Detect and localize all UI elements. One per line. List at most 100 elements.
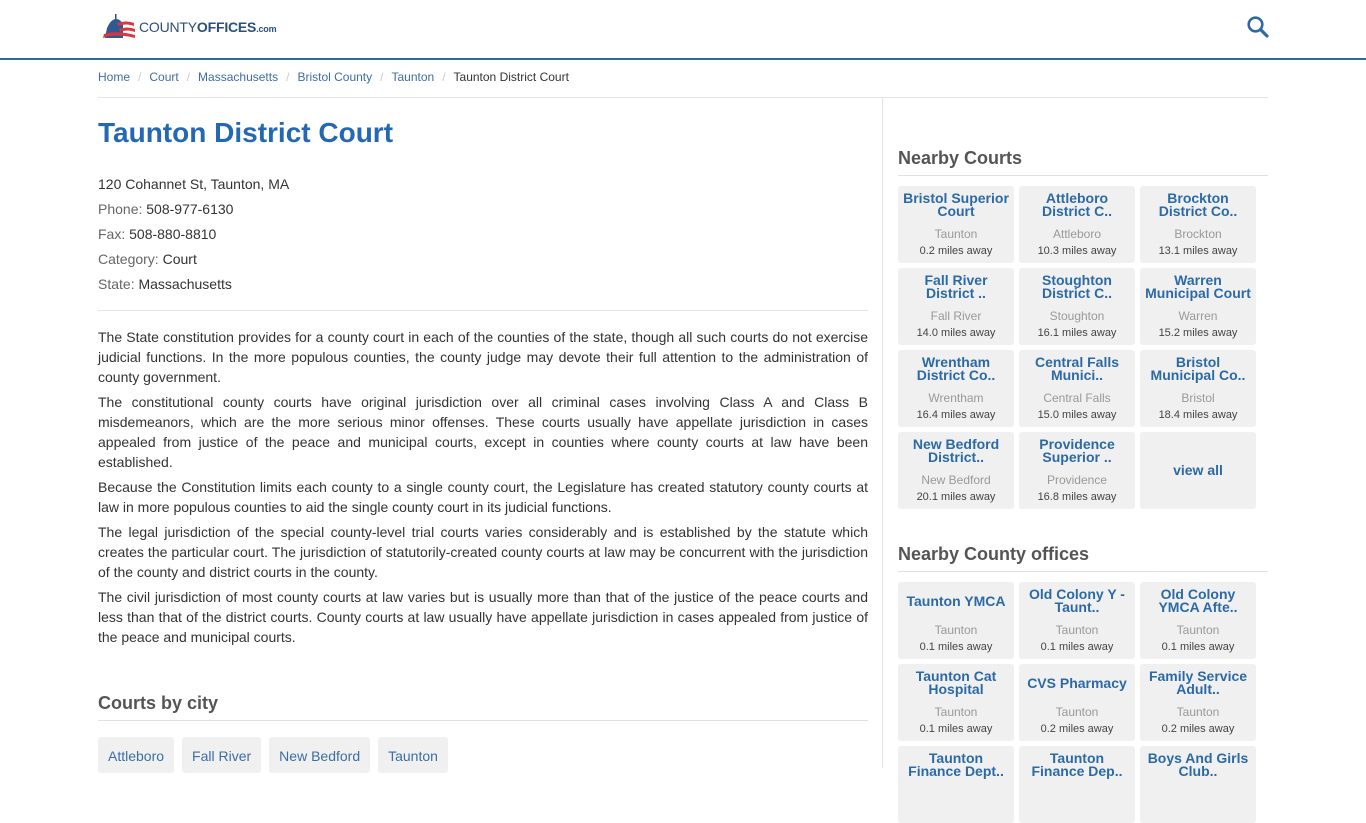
nearby-card[interactable]: CVS Pharmacy Taunton 0.2 miles away (1019, 664, 1135, 741)
site-logo[interactable]: COUNTYOFFICES.com (101, 12, 277, 40)
card-distance: 18.4 miles away (1158, 409, 1238, 421)
card-name: Fall River District .. (924, 272, 988, 301)
card-city: Taunton (934, 623, 978, 637)
card-distance: 20.1 miles away (916, 491, 996, 503)
description-paragraph: The State constitution provides for a co… (98, 329, 868, 385)
card-distance: 13.1 miles away (1158, 245, 1238, 257)
nearby-card[interactable]: Providence Superior .. Providence 16.8 mil… (1019, 432, 1135, 509)
nearby-card[interactable]: Taunton Finance Dep.. (1019, 746, 1135, 823)
nearby-courts-grid: Bristol Superior Court Taunton 0.2 miles a… (898, 186, 1268, 509)
view-all-button[interactable]: view all (1140, 432, 1256, 509)
card-city: Bristol (1181, 391, 1215, 405)
breadcrumb-current: Taunton District Court (453, 70, 569, 84)
search-icon (1247, 16, 1269, 38)
card-name: Brockton District Co.. (1158, 190, 1238, 219)
card-name: Old Colony Y - Taunt.. (1029, 586, 1125, 615)
breadcrumb-city[interactable]: Taunton (391, 70, 434, 84)
capitol-flag-icon (103, 14, 135, 38)
category-value: Court (162, 251, 197, 267)
breadcrumb-county[interactable]: Bristol County (297, 70, 372, 84)
card-name: Taunton Finance Dep.. (1031, 750, 1123, 779)
page-title: Taunton District Court (98, 117, 394, 148)
nearby-card[interactable]: Old Colony YMCA Afte.. Taunton 0.1 miles a… (1140, 582, 1256, 659)
phone-value[interactable]: 508-977-6130 (146, 201, 233, 217)
description-paragraph: The legal jurisdiction of the special co… (98, 524, 868, 580)
nearby-card[interactable]: New Bedford District.. New Bedford 20.1 mi… (898, 432, 1014, 509)
site-header: COUNTYOFFICES.com (0, 0, 1366, 60)
card-distance: 15.0 miles away (1037, 409, 1117, 421)
court-description: The State constitution provides for a co… (98, 327, 868, 647)
view-all-label: view all (1173, 462, 1223, 478)
card-city: Taunton (934, 227, 978, 241)
nearby-card[interactable]: Stoughton District C.. Stoughton 16.1 mile… (1019, 268, 1135, 345)
nearby-card[interactable]: Wrentham District Co.. Wrentham 16.4 miles… (898, 350, 1014, 427)
logo-tld: .com (256, 24, 277, 34)
breadcrumb-state[interactable]: Massachusetts (198, 70, 278, 84)
search-button[interactable] (1246, 15, 1270, 39)
card-distance: 0.1 miles away (919, 723, 993, 735)
state-value: Massachusetts (138, 276, 232, 292)
card-name: Providence Superior .. (1039, 436, 1115, 465)
nearby-card[interactable]: Bristol Superior Court Taunton 0.2 miles a… (898, 186, 1014, 263)
card-city: Stoughton (1049, 309, 1105, 323)
card-distance: 14.0 miles away (916, 327, 996, 339)
column-divider (882, 98, 883, 768)
card-city: Taunton (1176, 623, 1220, 637)
nearby-card[interactable]: Taunton Cat Hospital Taunton 0.1 miles awa… (898, 664, 1014, 741)
divider (98, 310, 868, 311)
breadcrumb-separator: / (286, 70, 290, 84)
card-distance: 0.2 miles away (1040, 723, 1114, 735)
breadcrumb-separator: / (380, 70, 384, 84)
state-label: State: (98, 276, 135, 292)
nearby-courts-heading: Nearby Courts (898, 148, 1268, 176)
state: State: Massachusetts (98, 272, 868, 297)
logo-county: COUNTY (139, 19, 197, 35)
nearby-card[interactable]: Bristol Municipal Co.. Bristol 18.4 miles … (1140, 350, 1256, 427)
card-name: Family Service Adult.. (1148, 668, 1248, 697)
nearby-card[interactable]: Boys And Girls Club.. (1140, 746, 1256, 823)
breadcrumb-court[interactable]: Court (149, 70, 178, 84)
card-city: Taunton (934, 705, 978, 719)
card-name: Taunton YMCA (906, 592, 1006, 609)
nearby-offices-heading: Nearby County offices (898, 544, 1268, 572)
card-distance: 0.1 miles away (919, 641, 993, 653)
category: Category: Court (98, 247, 868, 272)
card-name: Bristol Municipal Co.. (1150, 354, 1246, 383)
phone-label: Phone: (98, 201, 143, 217)
card-distance: 16.4 miles away (916, 409, 996, 421)
nearby-card[interactable]: Brockton District Co.. Brockton 13.1 miles… (1140, 186, 1256, 263)
nearby-card[interactable]: Family Service Adult.. Taunton 0.2 miles a… (1140, 664, 1256, 741)
card-name: Old Colony YMCA Afte.. (1158, 586, 1238, 615)
logo-offices: OFFICES (196, 19, 257, 35)
nearby-card[interactable]: Attleboro District C.. Attleboro 10.3 mile… (1019, 186, 1135, 263)
nearby-card[interactable]: Taunton YMCA Taunton 0.1 miles away (898, 582, 1014, 659)
card-city: Taunton (1055, 623, 1099, 637)
nearby-card[interactable]: Warren Municipal Court Warren 15.2 miles a… (1140, 268, 1256, 345)
description-paragraph: The civil jurisdiction of most county co… (98, 589, 868, 645)
card-name: Attleboro District C.. (1041, 190, 1112, 219)
card-city: Taunton (1055, 705, 1099, 719)
description-paragraph: The constitutional county courts have or… (98, 394, 868, 470)
nearby-card[interactable]: Central Falls Munici.. Central Falls 15.0 … (1019, 350, 1135, 427)
card-distance: 0.1 miles away (1161, 641, 1235, 653)
address-value: 120 Cohannet St, Taunton, MA (98, 176, 290, 192)
court-info: 120 Cohannet St, Taunton, MA Phone: 508-… (98, 172, 868, 297)
card-name: New Bedford District.. (912, 436, 1000, 465)
card-name: Boys And Girls Club.. (1147, 750, 1249, 779)
card-name: Central Falls Munici.. (1034, 354, 1120, 383)
card-city: Central Falls (1043, 391, 1111, 405)
card-city: Brockton (1174, 227, 1222, 241)
nearby-card[interactable]: Old Colony Y - Taunt.. Taunton 0.1 miles a… (1019, 582, 1135, 659)
main-content: Taunton District Court 120 Cohannet St, … (98, 98, 868, 773)
card-city: Taunton (1176, 705, 1220, 719)
nearby-card[interactable]: Taunton Finance Dept.. (898, 746, 1014, 823)
card-name: Bristol Superior Court (903, 190, 1009, 219)
nearby-card[interactable]: Fall River District .. Fall River 14.0 mil… (898, 268, 1014, 345)
breadcrumb-home[interactable]: Home (98, 70, 130, 84)
courts-by-city-heading: Courts by city (98, 693, 868, 721)
logo-text: COUNTYOFFICES.com (139, 19, 277, 35)
address: 120 Cohannet St, Taunton, MA (98, 172, 868, 197)
card-distance: 15.2 miles away (1158, 327, 1238, 339)
card-distance: 0.1 miles away (1040, 641, 1114, 653)
card-city: Fall River (930, 309, 982, 323)
